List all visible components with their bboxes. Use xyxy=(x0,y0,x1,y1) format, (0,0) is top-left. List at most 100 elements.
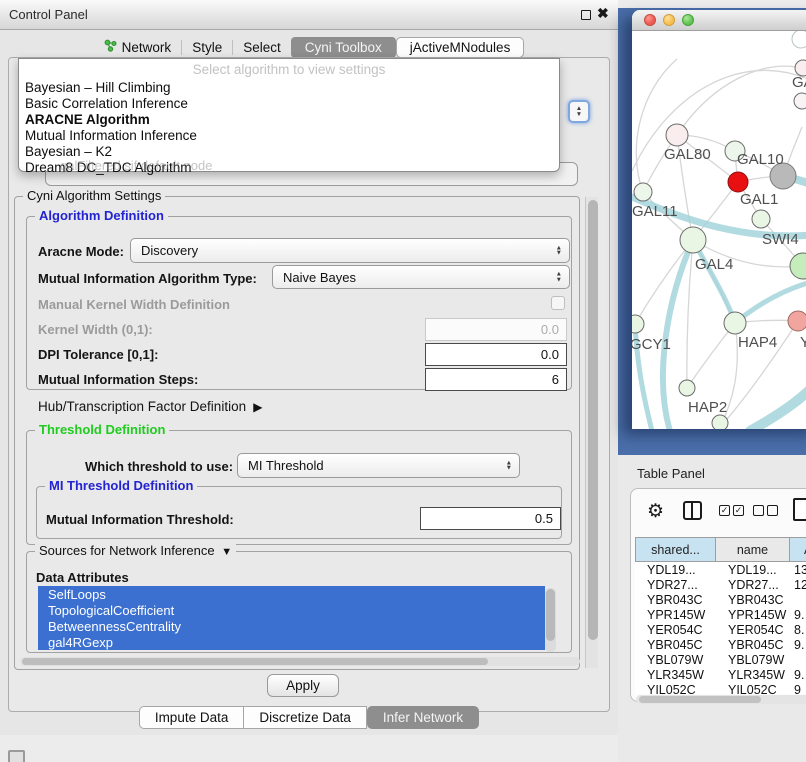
svg-text:HAP4: HAP4 xyxy=(738,334,777,351)
settings-vertical-scrollbar[interactable] xyxy=(585,197,598,668)
control-panel-tabs: Network Style Select Cyni Toolbox jActiv… xyxy=(8,35,610,59)
table-horizontal-scrollbar[interactable] xyxy=(636,695,806,704)
svg-text:HAP2: HAP2 xyxy=(688,399,727,416)
sources-legend[interactable]: Sources for Network Inference ▼ xyxy=(35,543,236,558)
table-row[interactable]: YBL079WYBL079W xyxy=(635,652,806,667)
close-traffic-light[interactable] xyxy=(644,14,656,26)
node[interactable] xyxy=(712,415,728,429)
node-gal1-selected[interactable] xyxy=(728,172,748,192)
tab-style[interactable]: Style xyxy=(182,37,232,58)
algorithm-option[interactable]: Bayesian – Hill Climbing xyxy=(25,80,171,95)
tab-network[interactable]: Network xyxy=(94,36,182,58)
tab-cyni-toolbox[interactable]: Cyni Toolbox xyxy=(291,37,396,58)
mi-steps-label: Mutual Information Steps: xyxy=(38,372,198,387)
settings-vertical-scrollbar-thumb[interactable] xyxy=(588,200,598,640)
settings-horizontal-scrollbar[interactable] xyxy=(20,657,580,666)
network-icon xyxy=(104,39,117,55)
tab-impute-data[interactable]: Impute Data xyxy=(139,706,244,729)
table-row[interactable]: YDR27...YDR27...12 xyxy=(635,577,806,592)
attribute-item[interactable]: SelfLoops xyxy=(38,586,545,602)
table-row[interactable]: YLR345WYLR345W9. xyxy=(635,667,806,682)
corner-widget-icon[interactable] xyxy=(8,750,25,762)
node-gal80[interactable] xyxy=(666,124,688,146)
minimize-traffic-light[interactable] xyxy=(663,14,675,26)
dpi-tolerance-label: DPI Tolerance [0,1]: xyxy=(38,347,158,362)
svg-text:GAL: GAL xyxy=(792,74,806,91)
table-row[interactable]: YBR045CYBR045C9. xyxy=(635,637,806,652)
algorithm-option[interactable]: Basic Correlation Inference xyxy=(25,96,188,111)
mi-threshold-field[interactable]: 0.5 xyxy=(420,507,561,530)
stepper-arrows-icon: ▲▼ xyxy=(556,272,562,283)
svg-text:Y: Y xyxy=(800,334,806,351)
network-canvas[interactable]: GAL80 GAL10 GAL1 GAL11 SWI4 GAL4 GCY1 HA… xyxy=(632,31,806,429)
node-table-widget: ⚙ ✓ ✓ shared... name A YDL19...YDL19...1… xyxy=(630,488,806,702)
deselect-all-columns-icon[interactable] xyxy=(753,505,778,516)
close-icon[interactable]: ✖ xyxy=(597,5,609,22)
kernel-width-field[interactable]: 0.0 xyxy=(425,318,567,341)
svg-text:GAL1: GAL1 xyxy=(740,191,778,208)
settings-horizontal-scrollbar-thumb[interactable] xyxy=(22,658,488,665)
table-row[interactable]: YBR043CYBR043C xyxy=(635,592,806,607)
node-hap4[interactable] xyxy=(724,312,746,334)
node-gal11[interactable] xyxy=(634,183,652,201)
algorithm-definition-legend: Algorithm Definition xyxy=(35,208,168,223)
tab-discretize-data[interactable]: Discretize Data xyxy=(243,706,367,729)
mi-threshold-definition-legend: MI Threshold Definition xyxy=(45,478,197,493)
mi-steps-field[interactable]: 6 xyxy=(425,368,567,391)
tab-infer-network[interactable]: Infer Network xyxy=(367,706,479,729)
which-threshold-combo[interactable]: MI Threshold ▲▼ xyxy=(237,453,520,478)
stepper-arrows-icon: ▲▼ xyxy=(576,106,582,117)
node-salmon[interactable] xyxy=(788,311,806,331)
dpi-tolerance-field[interactable]: 0.0 xyxy=(425,343,567,366)
attribute-item[interactable]: TopologicalCoefficient xyxy=(38,602,545,618)
tab-jactivemnodules[interactable]: jActiveMNodules xyxy=(396,37,525,58)
aracne-mode-label: Aracne Mode: xyxy=(38,244,124,259)
table-row[interactable]: YIL052CYIL052C9 xyxy=(635,682,806,694)
attribute-item[interactable]: BetweennessCentrality xyxy=(38,618,545,634)
attribute-item[interactable]: gal4RGexp xyxy=(38,634,545,650)
table-horizontal-scrollbar-thumb[interactable] xyxy=(639,696,761,703)
node-swi4[interactable] xyxy=(752,210,770,228)
select-all-columns-icon[interactable]: ✓ ✓ xyxy=(719,505,744,516)
mi-algorithm-type-combo[interactable]: Naive Bayes ▲▼ xyxy=(272,265,570,289)
settings-legend: Cyni Algorithm Settings xyxy=(23,188,165,203)
manual-kernel-width-label: Manual Kernel Width Definition xyxy=(38,297,230,312)
node[interactable] xyxy=(792,31,806,48)
zoom-traffic-light[interactable] xyxy=(682,14,694,26)
node-hap2[interactable] xyxy=(679,380,695,396)
panel-title: Control Panel xyxy=(9,7,88,22)
algorithm-option[interactable]: Bayesian – K2 xyxy=(25,144,112,159)
network-view-window: GAL80 GAL10 GAL1 GAL11 SWI4 GAL4 GCY1 HA… xyxy=(632,10,806,428)
algorithm-option-selected[interactable]: ARACNE Algorithm xyxy=(25,112,150,127)
document-icon[interactable] xyxy=(793,498,806,521)
column-header-shared-name[interactable]: shared... xyxy=(635,537,715,562)
manual-kernel-width-checkbox[interactable] xyxy=(551,296,565,310)
gear-icon[interactable]: ⚙ xyxy=(647,500,664,523)
table-row[interactable]: YER054CYER054C8. xyxy=(635,622,806,637)
cyni-bottom-tabs: Impute Data Discretize Data Infer Networ… xyxy=(0,706,618,729)
node[interactable] xyxy=(794,93,806,109)
svg-text:GAL10: GAL10 xyxy=(737,151,784,168)
stepper-arrows-icon: ▲▼ xyxy=(506,460,512,471)
which-threshold-label: Which threshold to use: xyxy=(85,459,233,474)
table-row[interactable]: YPR145WYPR145W9. xyxy=(635,607,806,622)
algorithm-combo-stepper[interactable]: ▲▼ xyxy=(568,100,590,123)
columns-icon[interactable] xyxy=(683,501,702,520)
column-header-partial[interactable]: A xyxy=(789,537,806,562)
attributes-scrollbar[interactable] xyxy=(545,588,556,652)
unchecked-checkbox-icon xyxy=(767,505,778,516)
tab-select[interactable]: Select xyxy=(233,37,291,58)
stepper-arrows-icon: ▲▼ xyxy=(556,245,562,256)
node-gcy1[interactable] xyxy=(632,315,644,333)
table-row[interactable]: YDL19...YDL19...13 xyxy=(635,562,806,577)
apply-button[interactable]: Apply xyxy=(267,674,339,697)
aracne-mode-combo[interactable]: Discovery ▲▼ xyxy=(130,238,570,263)
hub-definition-toggle[interactable]: Hub/Transcription Factor Definition ▶ xyxy=(38,399,262,414)
float-window-icon[interactable] xyxy=(581,10,591,20)
algorithm-option[interactable]: Mutual Information Inference xyxy=(25,128,197,143)
node-gal4[interactable] xyxy=(680,227,706,253)
node-green[interactable] xyxy=(790,253,806,279)
checked-checkbox-icon: ✓ xyxy=(733,505,744,516)
column-header-name[interactable]: name xyxy=(715,537,789,562)
attributes-scrollbar-thumb[interactable] xyxy=(546,589,555,641)
